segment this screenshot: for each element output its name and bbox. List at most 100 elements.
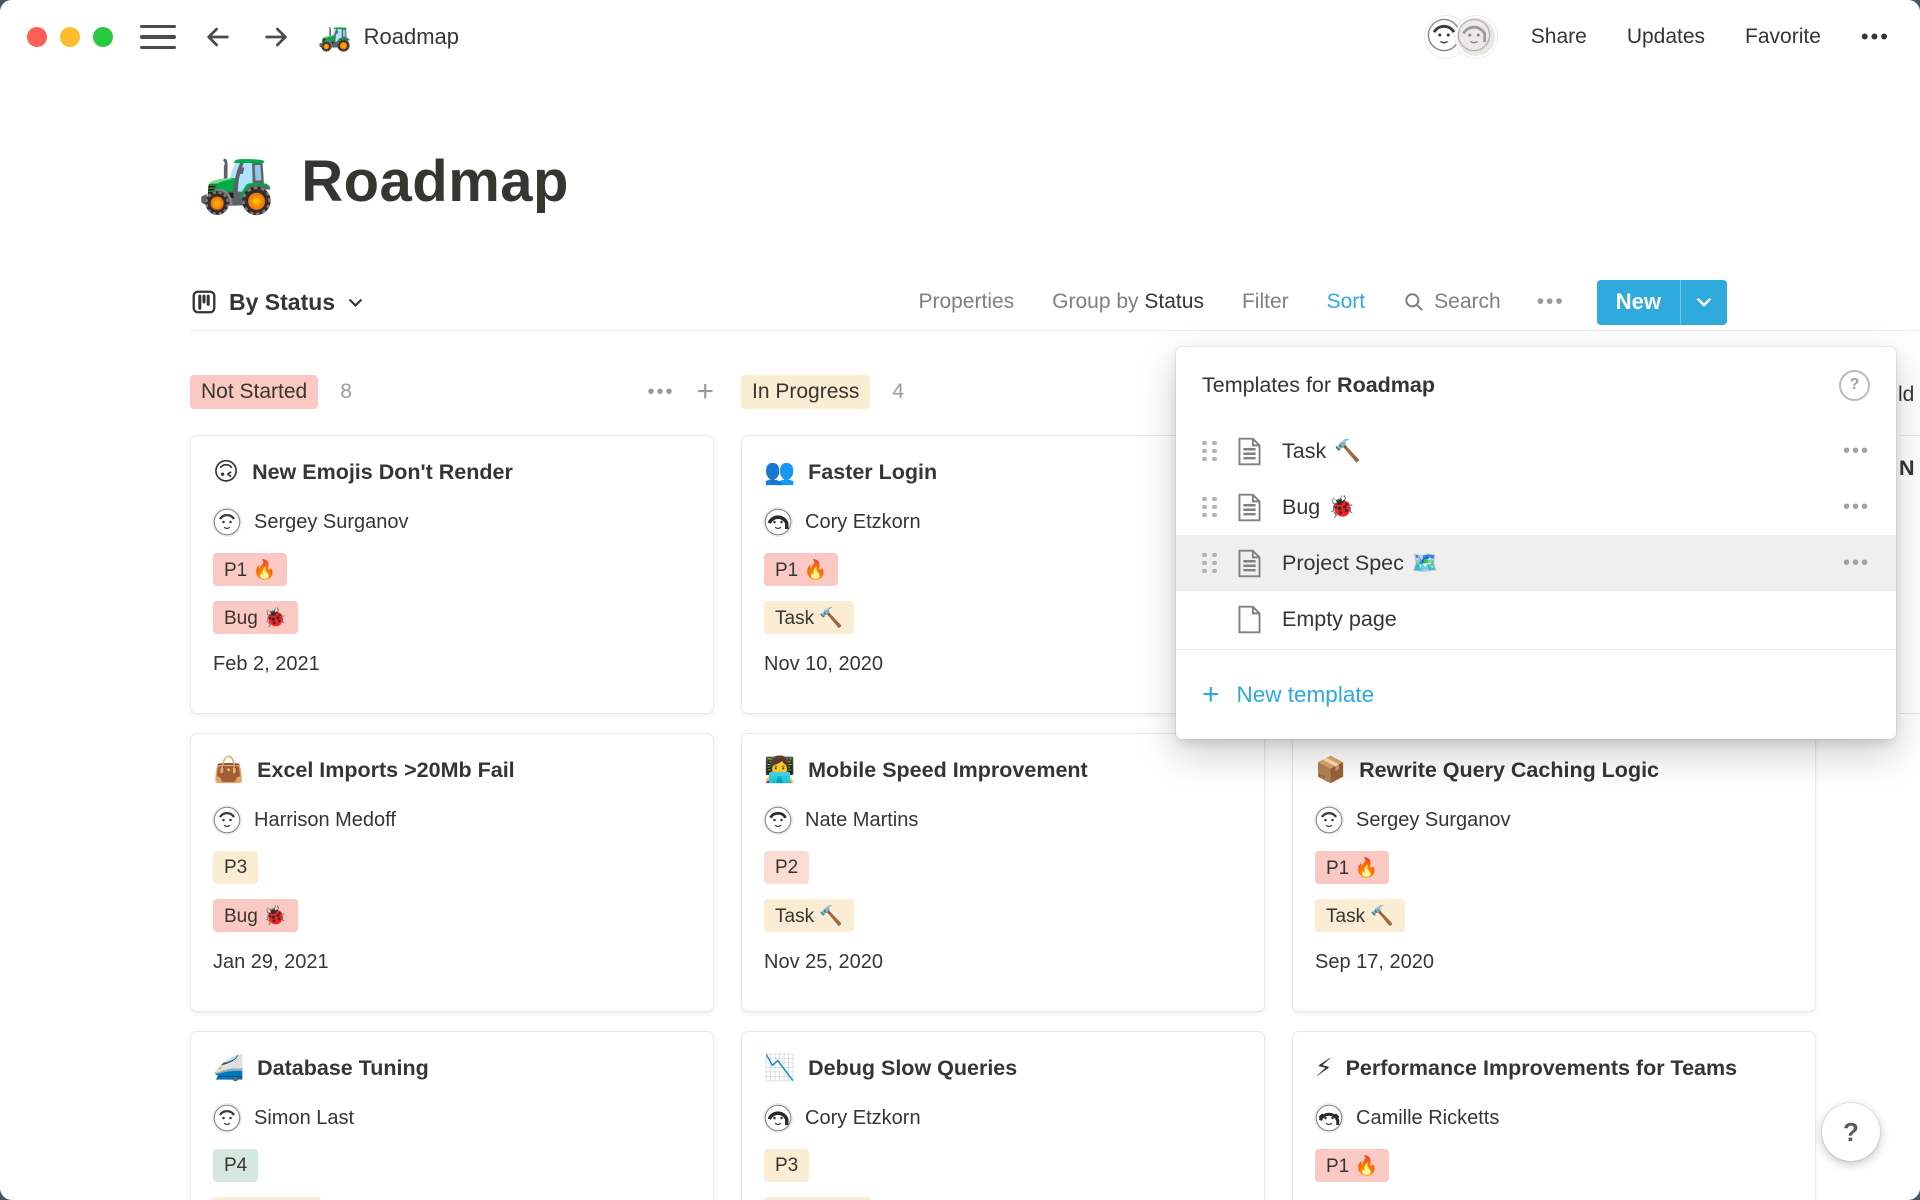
view-selector[interactable]: By Status [190, 288, 365, 316]
new-button-caret[interactable] [1681, 280, 1727, 325]
plus-icon: + [1202, 680, 1220, 710]
card-date: Sep 17, 2020 [1315, 951, 1793, 974]
help-fab-button[interactable]: ? [1822, 1103, 1880, 1161]
assignee-name: Cory Etzkorn [805, 511, 921, 534]
chevron-down-icon [1694, 292, 1714, 312]
card-date: Nov 10, 2020 [764, 653, 1242, 676]
close-window-button[interactable] [27, 27, 47, 47]
template-item-empty-page[interactable]: Empty page [1176, 591, 1896, 647]
assignee-name: Cory Etzkorn [805, 1107, 921, 1130]
card-new-emojis-dont-render[interactable]: 🙃 New Emojis Don't Render Sergey Surgano… [190, 435, 714, 714]
card-title: Performance Improvements for Teams [1346, 1052, 1738, 1084]
column-header: Not Started 8 ••• + [190, 372, 714, 412]
template-more-icon[interactable]: ••• [1843, 496, 1870, 519]
priority-badge: P1 🔥 [1315, 1149, 1389, 1182]
templates-title-prefix: Templates for [1202, 373, 1331, 397]
traffic-lights [27, 27, 113, 47]
filter-button[interactable]: Filter [1242, 290, 1289, 314]
column-status-badge[interactable]: In Progress [741, 375, 870, 409]
card-excel-imports[interactable]: 👜 Excel Imports >20Mb Fail Harrison Medo… [190, 733, 714, 1012]
templates-popover-header: Templates for Roadmap ? [1176, 347, 1896, 423]
forward-arrow-icon[interactable] [260, 21, 292, 53]
type-badge: Bug 🐞 [213, 601, 298, 634]
assignee-name: Sergey Surganov [1356, 809, 1511, 832]
collaborator-avatars[interactable] [1425, 16, 1497, 58]
column-more-icon[interactable]: ••• [647, 381, 674, 404]
template-label: Project Spec🗺️ [1282, 551, 1439, 576]
column-count: 8 [340, 380, 352, 404]
avatar [764, 806, 792, 834]
priority-badge: P1 🔥 [764, 553, 838, 586]
hidden-column-card-fragment: N [1899, 435, 1920, 714]
blank-page-icon [1237, 605, 1262, 634]
toolbar-more-icon[interactable]: ••• [1537, 290, 1565, 314]
sidebar-toggle-icon[interactable] [140, 25, 176, 50]
type-badge: Task 🔨 [764, 899, 854, 932]
templates-popover-title: Templates for Roadmap [1202, 373, 1435, 398]
page-document-icon [1237, 549, 1262, 578]
card-mobile-speed-improvement[interactable]: 👩‍💻 Mobile Speed Improvement Nate Martin… [741, 733, 1265, 1012]
drag-handle-icon[interactable] [1202, 497, 1217, 518]
column-add-icon[interactable]: + [696, 377, 714, 407]
drag-handle-icon[interactable] [1202, 553, 1217, 574]
type-badge: Task 🔨 [764, 601, 854, 634]
card-database-tuning[interactable]: 🚄 Database Tuning Simon Last P4 [190, 1031, 714, 1200]
new-button-label[interactable]: New [1597, 280, 1680, 325]
chevron-down-icon [346, 293, 365, 312]
template-item-project-spec[interactable]: Project Spec🗺️ ••• [1176, 535, 1896, 591]
card-debug-slow-queries[interactable]: 📉 Debug Slow Queries Cory Etzkorn P3 [741, 1031, 1265, 1200]
card-rewrite-query-caching-logic[interactable]: 📦 Rewrite Query Caching Logic Sergey Sur… [1292, 733, 1816, 1012]
priority-badge: P3 [213, 851, 258, 884]
template-more-icon[interactable]: ••• [1843, 552, 1870, 575]
card-emoji: 📦 [1315, 754, 1346, 786]
page-icon-emoji[interactable]: 🚜 [198, 151, 275, 213]
view-toolbar: By Status Properties Group by Status Fil… [190, 274, 1920, 331]
assignee-name: Nate Martins [805, 809, 918, 832]
new-button[interactable]: New [1597, 280, 1727, 325]
minimize-window-button[interactable] [60, 27, 80, 47]
templates-help-icon[interactable]: ? [1839, 370, 1870, 401]
topbar-actions: Share Updates Favorite ••• [1425, 16, 1890, 58]
avatar [213, 1104, 241, 1132]
type-badge: Bug 🐞 [213, 899, 298, 932]
template-item-bug[interactable]: Bug🐞 ••• [1176, 479, 1896, 535]
group-by-button[interactable]: Group by Status [1052, 290, 1204, 314]
template-emoji: 🐞 [1328, 495, 1355, 519]
board-view-icon [190, 288, 218, 316]
card-title: Mobile Speed Improvement [808, 754, 1088, 786]
zoom-window-button[interactable] [93, 27, 113, 47]
share-button[interactable]: Share [1531, 25, 1587, 49]
priority-badge: P1 🔥 [213, 553, 287, 586]
card-performance-improvements-for-teams[interactable]: ⚡ Performance Improvements for Teams Cam… [1292, 1031, 1816, 1200]
group-by-value: Status [1144, 290, 1204, 313]
card-title: New Emojis Don't Render [252, 456, 513, 488]
breadcrumb-doc-title[interactable]: Roadmap [364, 24, 459, 50]
avatar [213, 508, 241, 536]
view-selector-label: By Status [229, 289, 335, 316]
hidden-column-header-fragment: ld [1898, 383, 1914, 407]
template-more-icon[interactable]: ••• [1843, 440, 1870, 463]
card-assignee: Sergey Surganov [213, 508, 691, 536]
drag-handle-icon[interactable] [1202, 441, 1217, 462]
sort-button[interactable]: Sort [1327, 290, 1366, 314]
new-template-button[interactable]: + New template [1176, 650, 1896, 739]
card-date: Nov 25, 2020 [764, 951, 1242, 974]
card-emoji: 🙃 [213, 456, 239, 488]
priority-badge: P1 🔥 [1315, 851, 1389, 884]
group-by-label: Group by [1052, 290, 1138, 313]
more-menu-icon[interactable]: ••• [1861, 24, 1890, 50]
back-arrow-icon[interactable] [202, 21, 234, 53]
search-button[interactable]: Search [1403, 290, 1501, 314]
template-item-task[interactable]: Task🔨 ••• [1176, 423, 1896, 479]
card-assignee: Sergey Surganov [1315, 806, 1793, 834]
column-status-badge[interactable]: Not Started [190, 375, 318, 409]
updates-button[interactable]: Updates [1627, 25, 1705, 49]
template-label: Task🔨 [1282, 439, 1361, 464]
card-assignee: Cory Etzkorn [764, 508, 1242, 536]
template-emoji: 🔨 [1334, 439, 1361, 463]
page-title[interactable]: Roadmap [301, 148, 569, 215]
avatar [1315, 1104, 1343, 1132]
favorite-button[interactable]: Favorite [1745, 25, 1821, 49]
card-assignee: Simon Last [213, 1104, 691, 1132]
properties-button[interactable]: Properties [918, 290, 1014, 314]
